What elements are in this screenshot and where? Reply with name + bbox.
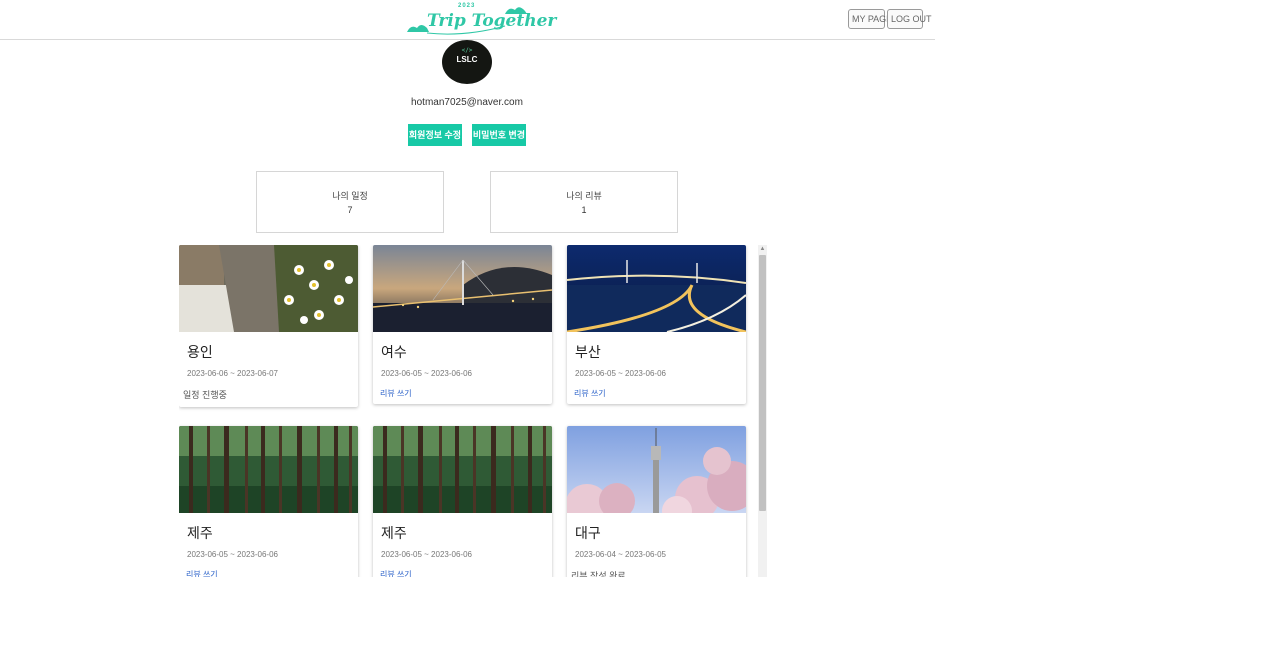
trip-dates: 2023-06-05 ~ 2023-06-06	[381, 550, 472, 559]
user-email: hotman7025@naver.com	[411, 97, 523, 108]
code-icon: </>	[461, 47, 473, 54]
trip-dates: 2023-06-05 ~ 2023-06-06	[187, 550, 278, 559]
my-schedule-label: 나의 일정	[332, 191, 368, 201]
scroll-thumb[interactable]	[759, 255, 766, 511]
trip-title: 부산	[575, 344, 601, 360]
trip-card[interactable]: 부산 2023-06-05 ~ 2023-06-06 리뷰 쓰기	[567, 245, 746, 404]
trip-card[interactable]: 용인 2023-06-06 ~ 2023-06-07 일정 진행중	[179, 245, 358, 407]
trip-status: 리뷰 작성 완료	[571, 571, 626, 577]
trip-card-grid: 용인 2023-06-06 ~ 2023-06-07 일정 진행중 여수 202…	[179, 245, 767, 577]
avatar-text: LSLC	[456, 55, 478, 64]
my-review-stat[interactable]: 나의 리뷰 1	[490, 171, 678, 233]
scroll-up-icon[interactable]: ▲	[758, 245, 767, 254]
trip-dates: 2023-06-06 ~ 2023-06-07	[187, 369, 278, 378]
trip-card[interactable]: 대구 2023-06-04 ~ 2023-06-05 리뷰 작성 완료	[567, 426, 746, 577]
my-review-count: 1	[581, 205, 587, 215]
trip-dates: 2023-06-05 ~ 2023-06-06	[575, 369, 666, 378]
logo-year: 2023	[458, 3, 476, 9]
trip-dates: 2023-06-05 ~ 2023-06-06	[381, 369, 472, 378]
write-review-link[interactable]: 리뷰 쓰기	[380, 569, 412, 577]
logo-text: Trip Together	[427, 11, 557, 31]
logout-button[interactable]: LOG OUT	[887, 9, 932, 29]
my-schedule-count: 7	[347, 205, 353, 215]
write-review-link[interactable]: 리뷰 쓰기	[574, 388, 606, 399]
change-password-button[interactable]: 비밀번호 변경	[472, 124, 526, 146]
my-review-label: 나의 리뷰	[566, 191, 602, 201]
trip-title: 대구	[575, 525, 601, 541]
trip-card[interactable]: 제주 2023-06-05 ~ 2023-06-06 리뷰 쓰기	[373, 426, 552, 577]
trip-title: 용인	[187, 344, 213, 360]
trip-together-logo[interactable]: 2023 Trip Together	[405, 2, 556, 36]
trip-status: 일정 진행중	[183, 390, 227, 400]
trip-title: 제주	[187, 525, 213, 541]
my-schedule-stat[interactable]: 나의 일정 7	[256, 171, 444, 233]
card-grid-scrollbar[interactable]: ▲	[758, 245, 767, 577]
write-review-link[interactable]: 리뷰 쓰기	[380, 388, 412, 399]
trip-title: 여수	[381, 344, 407, 360]
trip-photo	[567, 245, 746, 332]
trip-photo	[373, 245, 552, 332]
trip-dates: 2023-06-04 ~ 2023-06-05	[575, 550, 666, 559]
trip-photo	[373, 426, 552, 513]
trip-card[interactable]: 여수 2023-06-05 ~ 2023-06-06 리뷰 쓰기	[373, 245, 552, 404]
trip-photo	[567, 426, 746, 513]
top-header: 2023 Trip Together MY PAGE LOG OUT	[0, 0, 935, 40]
write-review-link[interactable]: 리뷰 쓰기	[186, 569, 218, 577]
trip-title: 제주	[381, 525, 407, 541]
my-page-button[interactable]: MY PAGE	[848, 9, 892, 29]
edit-profile-button[interactable]: 회원정보 수정	[408, 124, 462, 146]
avatar: </> LSLC	[442, 40, 492, 84]
trip-photo	[179, 426, 358, 513]
trip-card[interactable]: 제주 2023-06-05 ~ 2023-06-06 리뷰 쓰기	[179, 426, 358, 577]
trip-photo	[179, 245, 358, 332]
